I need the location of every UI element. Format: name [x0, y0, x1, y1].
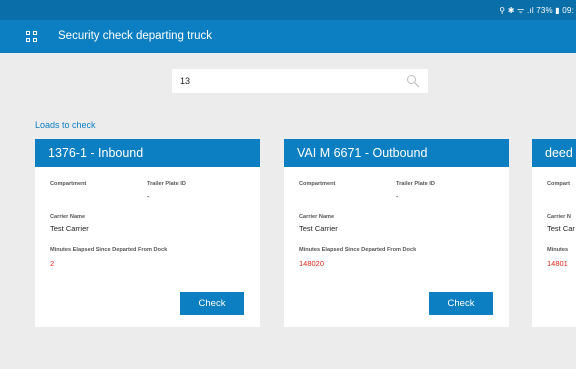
check-button[interactable]: Check [180, 292, 244, 315]
check-button[interactable]: Check [429, 292, 493, 315]
carrier-name-label: Carrier Name [50, 214, 86, 220]
search-box [172, 69, 428, 93]
load-card-title: deed [532, 139, 576, 167]
load-card-title: 1376-1 - Inbound [35, 139, 260, 167]
minutes-elapsed-value: 148020 [299, 259, 325, 268]
loads-to-check-heading: Loads to check [35, 120, 96, 130]
trailer-plate-value: - [147, 192, 150, 201]
minutes-elapsed-label: Minutes Elapsed Since Departed From Dock [299, 247, 417, 253]
carrier-name-label: Carrier Name [299, 214, 335, 220]
search-input[interactable] [172, 69, 400, 93]
status-bar-indicators: ⚲ ✱ ᯤ .ıl 73% ▮ 09: [499, 6, 574, 15]
load-card: deed Compart Carrier N Test Car Minutes … [532, 139, 576, 327]
minutes-elapsed-value: 14801 [547, 259, 568, 268]
carrier-name-value: Test Car [547, 224, 575, 233]
app-bar: Security check departing truck [0, 20, 576, 53]
status-bar: ⚲ ✱ ᯤ .ıl 73% ▮ 09: [0, 0, 576, 20]
trailer-plate-value: - [396, 192, 399, 201]
load-card: 1376-1 - Inbound Compartment Trailer Pla… [35, 139, 260, 327]
app-grid-icon[interactable] [26, 31, 38, 43]
carrier-name-label: Carrier N [547, 214, 571, 220]
load-card-title: VAI M 6671 - Outbound [284, 139, 509, 167]
carrier-name-value: Test Carrier [299, 224, 338, 233]
compartment-label: Compart [547, 181, 570, 187]
trailer-plate-label: Trailer Plate ID [396, 181, 435, 187]
load-card: VAI M 6671 - Outbound Compartment Traile… [284, 139, 509, 327]
minutes-elapsed-value: 2 [50, 259, 55, 268]
compartment-label: Compartment [299, 181, 336, 187]
app-title: Security check departing truck [58, 30, 213, 42]
search-icon[interactable] [406, 74, 420, 88]
minutes-elapsed-label: Minutes Elapsed Since Departed From Dock [50, 247, 168, 253]
compartment-label: Compartment [50, 181, 87, 187]
minutes-elapsed-label: Minutes [547, 247, 569, 253]
carrier-name-value: Test Carrier [50, 224, 89, 233]
trailer-plate-label: Trailer Plate ID [147, 181, 186, 187]
